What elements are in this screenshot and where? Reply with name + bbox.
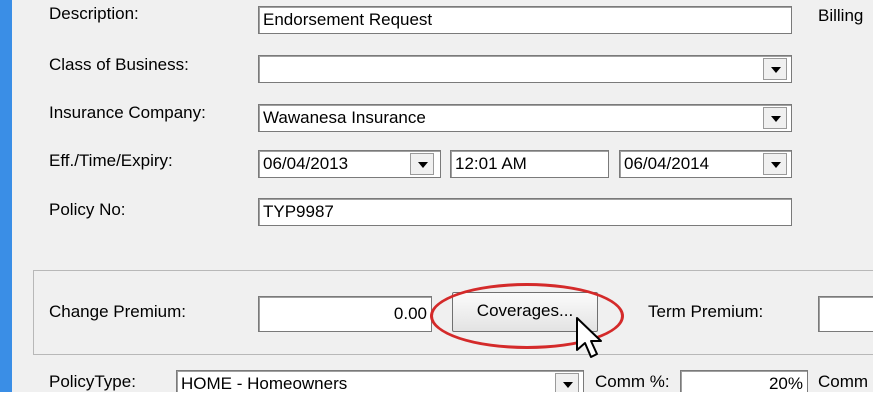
insurance-company-dropdown-icon[interactable] [763, 107, 787, 129]
change-premium-input[interactable]: 0.00 [258, 296, 432, 332]
policy-type-label: PolicyType: [49, 372, 136, 391]
description-input[interactable]: Endorsement Request [258, 6, 792, 34]
insurance-company-value: Wawanesa Insurance [263, 108, 426, 127]
policy-no-input[interactable]: TYP9987 [258, 198, 792, 226]
expiry-date-value: 06/04/2014 [624, 154, 710, 173]
change-premium-label: Change Premium: [49, 302, 187, 321]
eff-time-expiry-label: Eff./Time/Expiry: [49, 151, 173, 170]
effective-date-dropdown-icon[interactable] [410, 153, 434, 175]
class-of-business-select[interactable] [258, 55, 792, 83]
class-of-business-dropdown-icon[interactable] [763, 58, 787, 80]
comm-label: Comm [818, 372, 869, 391]
term-premium-label: Term Premium: [648, 302, 764, 321]
effective-date-value: 06/04/2013 [263, 154, 349, 173]
class-of-business-label: Class of Business: [49, 55, 189, 74]
mouse-cursor-icon [576, 317, 602, 358]
insurance-company-label: Insurance Company: [49, 103, 206, 122]
description-label: Description: [49, 4, 139, 23]
policy-no-label: Policy No: [49, 200, 126, 219]
comm-pct-label: Comm %: [595, 372, 670, 391]
expiry-date-dropdown-icon[interactable] [763, 153, 787, 175]
billing-label: Billing [818, 6, 864, 25]
insurance-company-select[interactable]: Wawanesa Insurance [258, 104, 792, 132]
window-accent-bar [0, 0, 12, 392]
screenshot-bottom-edge [0, 392, 873, 400]
time-input[interactable]: 12:01 AM [450, 150, 609, 178]
policy-type-value: HOME - Homeowners [181, 374, 348, 393]
term-premium-input[interactable] [818, 296, 873, 332]
